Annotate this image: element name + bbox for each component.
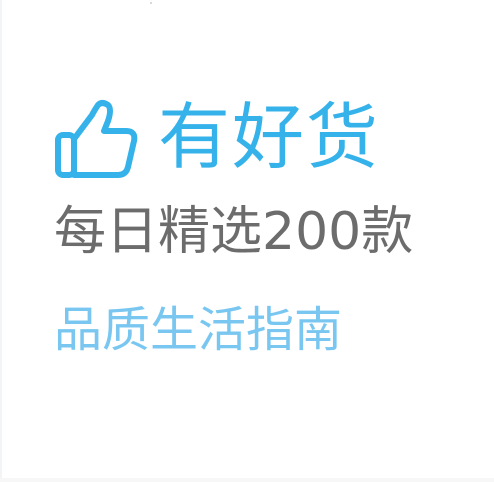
- top-marker: [150, 2, 152, 4]
- headline-row: 有好货: [48, 82, 380, 192]
- promo-card: 有好货 每日精选200款 品质生活指南: [0, 0, 494, 482]
- slogan: 品质生活指南: [54, 302, 343, 358]
- brand-title: 有好货: [158, 95, 381, 179]
- thumbs-up-icon: [55, 100, 138, 178]
- tagline: 每日精选200款: [54, 202, 414, 262]
- left-edge: [0, 0, 2, 482]
- bottom-edge: [0, 478, 494, 482]
